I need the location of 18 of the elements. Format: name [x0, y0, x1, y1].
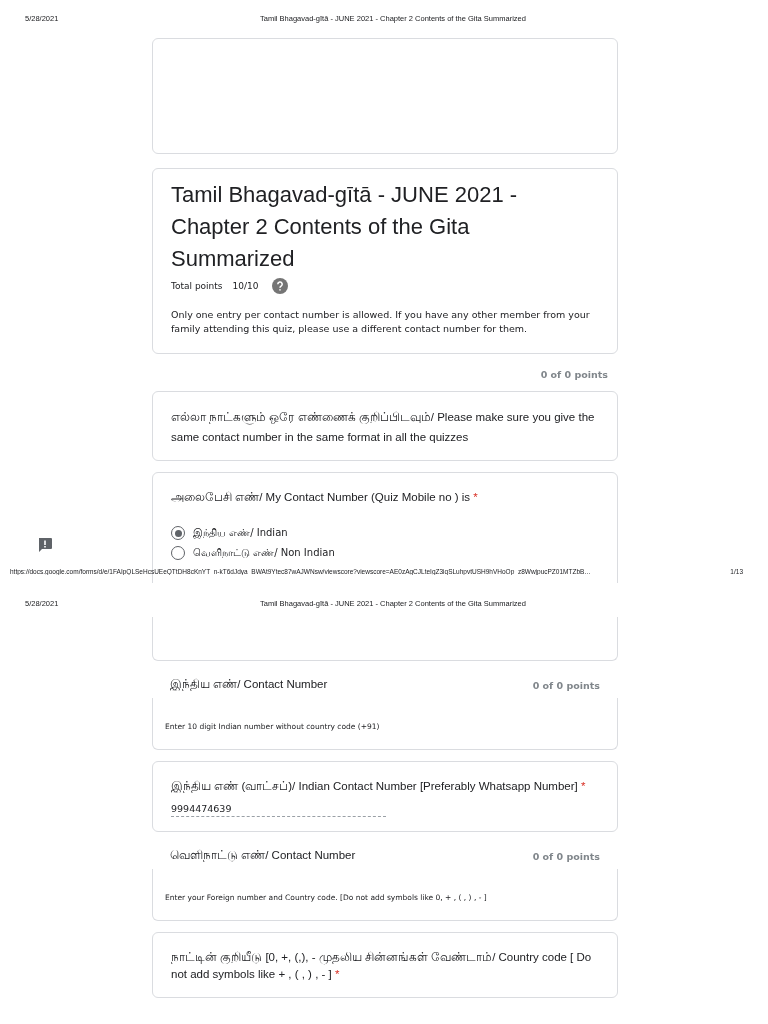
form-description: Only one entry per contact number is allowed. If you have any other member from your family attending this quiz, please use a different contact number for them. [171, 308, 591, 336]
option-label: வெளிநாட்டு எண்/ Non Indian [193, 546, 335, 560]
points-label: 0 of 0 points [532, 679, 600, 691]
section-title: வெளிநாட்டு எண்/ Contact Number [170, 849, 356, 863]
answer-field[interactable]: 9994474639 [171, 803, 386, 817]
section-title: இந்திய எண்/ Contact Number [170, 678, 328, 692]
total-points-value: 10/10 [232, 281, 259, 291]
question-text: இந்திய எண் (வாட்சப்)/ Indian Contact Number [Preferably Whatsapp Number] * [171, 779, 587, 795]
feedback-icon[interactable] [37, 537, 53, 553]
points-label: 0 of 0 points [532, 850, 600, 862]
total-points-label: Total points [171, 281, 223, 291]
points-label: 0 of 0 points [539, 368, 609, 380]
form-title: Tamil Bhagavad-gītā - JUNE 2021 - Chapter 2 Contents of the Gita Summarized [171, 181, 519, 273]
info-text: எல்லா நாட்களும் ஒரே எண்ணைக் குறிப்பிடவும்/ Please make sure you give the same contact number in the same format in all the quizzes [171, 411, 595, 443]
option-label: இந்திய எண்/ Indian [193, 526, 288, 540]
question-text: அலைபேசி எண்/ My Contact Number (Quiz Mobile no ) is * [171, 490, 479, 505]
help-icon[interactable] [272, 278, 289, 294]
question-text: நாட்டின் குறியீடு [0, +, (,), - முதலிய சின்னங்கள் வேண்டாம்/ Country code [ Do not add symbols like + , ( , ) , - ] * [171, 950, 593, 982]
